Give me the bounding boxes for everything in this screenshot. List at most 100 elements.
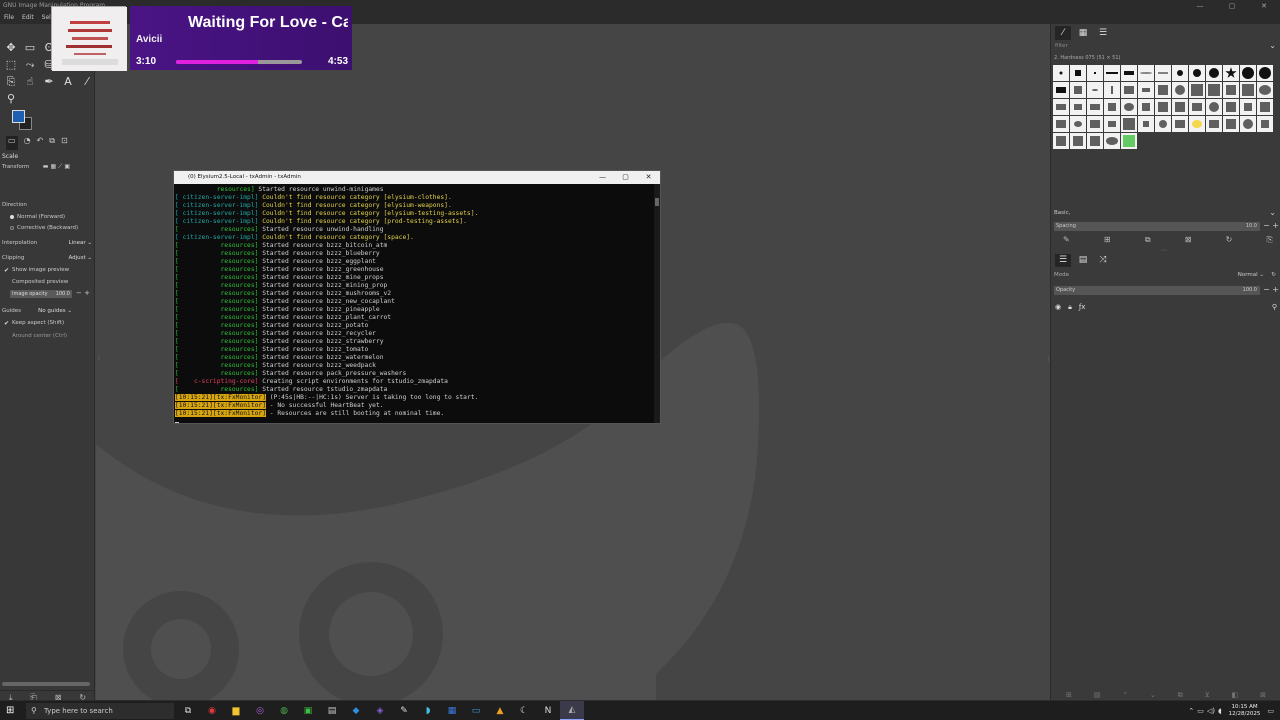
tab-fonts-icon[interactable]: ☰ <box>1095 26 1111 40</box>
brush-thumbnail[interactable] <box>1138 99 1154 115</box>
mode-reset-icon[interactable]: ↻ <box>1271 272 1276 278</box>
interpolation-row[interactable]: Interpolation Linear ⌄ <box>2 238 94 248</box>
brush-thumbnail[interactable] <box>1257 82 1273 98</box>
left-dock-handle-icon[interactable]: ⋮ <box>96 354 102 361</box>
taskbar-clock[interactable]: 10:15 AM 12/28/2025 <box>1229 704 1261 718</box>
brush-thumbnail[interactable] <box>1121 116 1137 132</box>
brush-thumbnail[interactable] <box>1104 82 1120 98</box>
chevron-down-icon[interactable]: ⌄ <box>1269 208 1276 217</box>
brush-thumbnail[interactable] <box>1240 82 1256 98</box>
app-blue-icon[interactable]: ▦ <box>440 701 464 720</box>
mic-icon[interactable]: ◖ <box>1218 707 1222 715</box>
brush-thumbnail[interactable] <box>1189 82 1205 98</box>
around-center-checkbox[interactable]: Around center (Ctrl) <box>4 333 67 339</box>
volume-icon[interactable]: ◁) <box>1207 707 1215 715</box>
brush-thumbnail[interactable] <box>1070 133 1086 149</box>
brush-thumbnail[interactable] <box>1155 99 1171 115</box>
brush-thumbnail[interactable] <box>1138 82 1154 98</box>
opacity-stepper[interactable]: − + <box>76 289 90 297</box>
brush-thumbnail[interactable] <box>1053 65 1069 81</box>
transform-image-icon[interactable]: ▣ <box>64 163 70 171</box>
tray-chevron-icon[interactable]: ⌃ <box>1188 707 1194 715</box>
app-dark-icon[interactable]: ✎ <box>392 701 416 720</box>
delete-layer-icon[interactable]: ⊠ <box>1260 691 1266 700</box>
new-layer-icon[interactable]: ⊞ <box>1066 691 1072 700</box>
layer-mode-row[interactable]: Mode Normal ⌄ ↻ <box>1054 272 1278 281</box>
brush-thumbnail[interactable] <box>1070 116 1086 132</box>
brush-thumbnail[interactable] <box>1223 99 1239 115</box>
gimp-icon[interactable]: ◭ <box>560 701 584 720</box>
brush-thumbnail[interactable] <box>1121 65 1137 81</box>
edit-brush-icon[interactable]: ✎ <box>1063 235 1070 245</box>
raise-layer-icon[interactable]: ⌃ <box>1122 691 1128 700</box>
merge-layer-icon[interactable]: ⊻ <box>1205 691 1210 700</box>
taskbar-search-input[interactable]: ⚲ Type here to search <box>26 703 174 719</box>
brush-tag-select[interactable]: Basic, ⌄ <box>1054 208 1278 220</box>
notifications-icon[interactable]: ▭ <box>1267 707 1274 715</box>
tab-tool-options-icon[interactable]: ▭ <box>6 136 18 150</box>
lower-layer-icon[interactable]: ⌄ <box>1150 691 1156 700</box>
new-brush-icon[interactable]: ⊞ <box>1104 235 1111 245</box>
mask-layer-icon[interactable]: ◧ <box>1232 691 1239 700</box>
guides-row[interactable]: Guides No guides ⌄ <box>2 306 94 316</box>
clone-tool-icon[interactable]: ⎘ <box>2 74 20 90</box>
console-scrollbar-thumb[interactable] <box>655 198 659 206</box>
menu-edit[interactable]: Edit <box>18 12 38 24</box>
brush-thumbnail[interactable] <box>1121 133 1137 149</box>
move-tool-icon[interactable]: ✥ <box>2 40 20 56</box>
refresh-brushes-icon[interactable]: ↻ <box>1226 235 1233 245</box>
app-n-icon[interactable]: N <box>536 701 560 720</box>
console-scrollbar[interactable] <box>654 184 660 423</box>
tab-channels-icon[interactable]: ▤ <box>1075 254 1091 267</box>
brush-thumbnail[interactable] <box>1104 99 1120 115</box>
brush-thumbnail[interactable] <box>1053 99 1069 115</box>
brush-thumbnail[interactable] <box>1104 116 1120 132</box>
app-purple-icon[interactable]: ◎ <box>248 701 272 720</box>
brush-thumbnail[interactable] <box>1189 116 1205 132</box>
tab-brushes-icon[interactable]: ⁄ <box>1055 26 1071 40</box>
image-opacity-slider[interactable]: Image opacity 100.0 <box>10 290 72 298</box>
composited-preview-checkbox[interactable]: Composited preview <box>12 279 68 285</box>
show-preview-checkbox[interactable]: ✔ Show image preview <box>4 267 69 273</box>
brush-thumbnail[interactable] <box>1240 116 1256 132</box>
track-progress-bar[interactable] <box>176 60 302 64</box>
brush-thumbnail[interactable] <box>1257 99 1273 115</box>
tab-undo-history-icon[interactable]: ↶ <box>37 136 44 150</box>
open-as-image-icon[interactable]: ⎘ <box>1267 235 1273 245</box>
spacing-slider[interactable]: Spacing 10.0 <box>1054 222 1260 231</box>
app-teal-icon[interactable]: ◗ <box>416 701 440 720</box>
brush-thumbnail[interactable] <box>1172 99 1188 115</box>
brush-thumbnail[interactable] <box>1223 116 1239 132</box>
brush-thumbnail[interactable] <box>1257 116 1273 132</box>
console-minimize-button[interactable]: — <box>591 171 614 184</box>
direction-corrective-radio[interactable]: Corrective (Backward) <box>10 225 78 231</box>
brush-thumbnail[interactable] <box>1087 116 1103 132</box>
duplicate-layer-icon[interactable]: ⧉ <box>1178 691 1183 700</box>
search-icon[interactable]: ⚲ <box>1272 303 1277 312</box>
visual-studio-icon[interactable]: ◈ <box>368 701 392 720</box>
brush-thumbnail[interactable] <box>1172 65 1188 81</box>
paths-tool-icon[interactable]: ✒ <box>40 74 58 90</box>
brush-thumbnail[interactable] <box>1240 99 1256 115</box>
windows-start-icon[interactable]: ⊞ <box>6 705 18 717</box>
layer-opacity-slider[interactable]: Opacity 100.0 <box>1054 286 1260 295</box>
color-picker-tool-icon[interactable]: ⁄ <box>78 74 96 90</box>
brush-thumbnail[interactable] <box>1070 65 1086 81</box>
direction-normal-radio[interactable]: Normal (Forward) <box>10 214 65 220</box>
network-icon[interactable]: ▭ <box>1197 707 1204 715</box>
tab-configure-icon[interactable]: ⊡ <box>61 136 68 150</box>
brush-thumbnail[interactable] <box>1138 65 1154 81</box>
brush-thumbnail[interactable] <box>1138 116 1154 132</box>
brush-thumbnail[interactable] <box>1189 65 1205 81</box>
task-view-icon[interactable]: ⧉ <box>176 701 200 720</box>
brush-thumbnail[interactable] <box>1155 65 1171 81</box>
brush-thumbnail[interactable] <box>1206 99 1222 115</box>
brush-thumbnail[interactable] <box>1070 82 1086 98</box>
text-tool-icon[interactable]: A <box>59 74 77 90</box>
layer-mode-select[interactable]: Normal ⌄ <box>1238 272 1264 278</box>
rect-select-tool-icon[interactable]: ▭ <box>21 40 39 56</box>
opacity-stepper[interactable]: − + <box>1263 285 1279 294</box>
interpolation-select[interactable]: Linear ⌄ <box>69 240 92 246</box>
tab-layers-icon[interactable]: ☰ <box>1055 254 1071 267</box>
transform-path-icon[interactable]: ⟋ <box>58 163 62 171</box>
